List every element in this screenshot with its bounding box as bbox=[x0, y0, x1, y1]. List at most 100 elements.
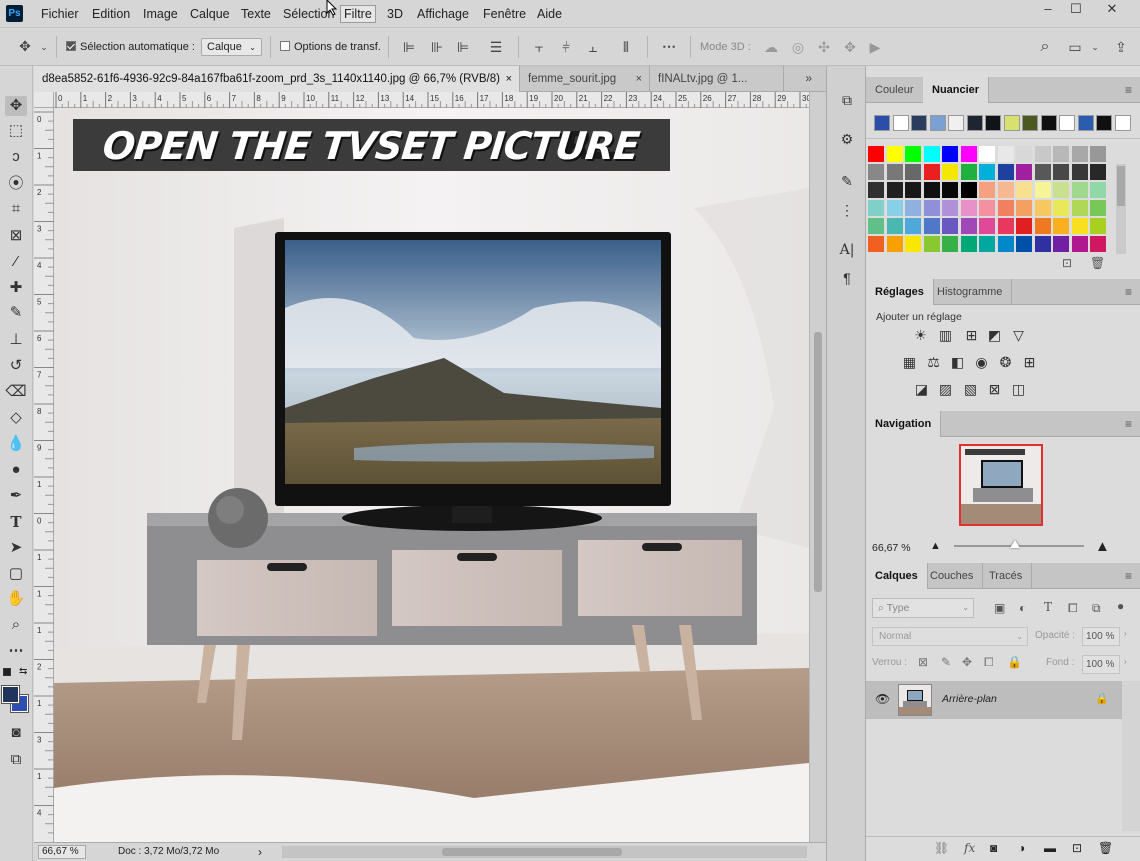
vertical-scrollbar[interactable] bbox=[809, 92, 826, 842]
swatch[interactable] bbox=[886, 200, 903, 216]
swatch[interactable] bbox=[905, 236, 921, 252]
swatch[interactable] bbox=[1090, 182, 1106, 198]
dodge-tool-icon[interactable]: ● bbox=[5, 460, 27, 480]
photo-filter-icon[interactable]: ◉ bbox=[973, 354, 990, 371]
brush-tool-icon[interactable]: ✎ bbox=[5, 303, 27, 323]
color-lookup-icon[interactable]: ⊞ bbox=[1021, 354, 1038, 371]
menu-aide[interactable]: Aide bbox=[534, 6, 565, 22]
pen-tool-icon[interactable]: ✒ bbox=[5, 486, 27, 506]
swatch[interactable] bbox=[868, 236, 884, 252]
levels-icon[interactable]: ▥ bbox=[937, 327, 954, 344]
panel-menu-icon[interactable]: ≡ bbox=[1125, 417, 1132, 431]
eraser-tool-icon[interactable]: ⌫ bbox=[5, 382, 27, 402]
swatch[interactable] bbox=[997, 182, 1014, 198]
swatch[interactable] bbox=[886, 236, 903, 252]
3d-orbit-icon[interactable]: ☁ bbox=[762, 39, 780, 55]
delete-layer-icon[interactable]: 🗑 bbox=[1098, 841, 1113, 855]
chevron-right-icon[interactable]: › bbox=[1124, 629, 1127, 638]
minimize-icon[interactable]: – bbox=[1033, 0, 1063, 18]
workspace-icon[interactable]: ▭ bbox=[1066, 39, 1084, 55]
vertical-ruler[interactable]: 01234567891011121314 bbox=[34, 108, 54, 842]
swatch[interactable] bbox=[1059, 115, 1075, 131]
swatch[interactable] bbox=[1090, 236, 1106, 252]
layer-filter-dropdown[interactable]: ⌕ Type ⌄ bbox=[872, 598, 974, 618]
swatch[interactable] bbox=[868, 218, 884, 234]
paint-bucket-tool-icon[interactable]: ◇ bbox=[5, 408, 27, 428]
swatch[interactable] bbox=[997, 236, 1014, 252]
swatch[interactable] bbox=[868, 164, 884, 180]
filter-type-icon[interactable]: T bbox=[1044, 600, 1052, 614]
new-group-icon[interactable]: ▬ bbox=[1044, 841, 1056, 855]
align-bottom-icon[interactable]: ⫠ bbox=[584, 39, 602, 55]
tab-reglages[interactable]: Réglages bbox=[866, 279, 934, 305]
swatch[interactable] bbox=[1034, 236, 1051, 252]
document-canvas[interactable]: R... OPEN THE TVSET PICTURE bbox=[54, 108, 809, 842]
close-icon[interactable]: ✕ bbox=[1097, 0, 1127, 18]
swatch[interactable] bbox=[1053, 218, 1069, 234]
swatch[interactable] bbox=[874, 115, 890, 131]
swatch[interactable] bbox=[942, 182, 958, 198]
swatch[interactable] bbox=[905, 146, 921, 162]
new-adjustment-layer-icon[interactable]: ◑ bbox=[1018, 841, 1025, 855]
scrollbar-thumb[interactable] bbox=[814, 332, 822, 592]
swatch[interactable] bbox=[1034, 218, 1051, 234]
distribute-horizontal-icon[interactable]: ⦀ bbox=[617, 39, 635, 55]
tab-document-active[interactable]: d8ea5852-61f6-4936-92c9-84a167fba61f-zoo… bbox=[34, 66, 520, 92]
auto-select-dropdown[interactable]: Calque ⌄ bbox=[201, 38, 262, 56]
foreground-color-swatch[interactable] bbox=[1, 685, 20, 704]
layer-row-background[interactable]: 👁 Arrière-plan 🔒 bbox=[866, 681, 1122, 719]
history-panel-icon[interactable]: ⧉ bbox=[838, 91, 856, 109]
blur-tool-icon[interactable]: 💧 bbox=[5, 434, 27, 454]
hue-saturation-icon[interactable]: ▦ bbox=[901, 354, 918, 371]
swatch[interactable] bbox=[886, 164, 903, 180]
tab-calques[interactable]: Calques bbox=[866, 563, 928, 589]
more-options-icon[interactable]: ⋯ bbox=[660, 38, 678, 54]
threshold-icon[interactable]: ▧ bbox=[962, 381, 979, 398]
swatch[interactable] bbox=[979, 146, 995, 162]
swatch[interactable] bbox=[886, 182, 903, 198]
3d-roll-icon[interactable]: ◎ bbox=[789, 39, 807, 55]
clone-stamp-tool-icon[interactable]: ⊥ bbox=[5, 330, 27, 350]
zoom-out-icon[interactable]: ▲ bbox=[930, 540, 941, 552]
align-middle-icon[interactable]: ⫩ bbox=[557, 39, 575, 55]
swatch[interactable] bbox=[942, 236, 958, 252]
swatch[interactable] bbox=[942, 164, 958, 180]
swatch[interactable] bbox=[1034, 164, 1051, 180]
ruler-origin[interactable] bbox=[34, 92, 54, 108]
3d-slide-icon[interactable]: ✥ bbox=[841, 39, 859, 55]
scrollbar-thumb[interactable] bbox=[442, 848, 622, 856]
swatch[interactable] bbox=[1003, 115, 1020, 131]
hand-tool-icon[interactable]: ✋ bbox=[5, 589, 27, 609]
marquee-tool-icon[interactable]: ⬚ bbox=[5, 121, 27, 141]
swatch[interactable] bbox=[1071, 182, 1088, 198]
swatch[interactable] bbox=[997, 200, 1014, 216]
tab-femme-sourit[interactable]: femme_sourit.jpg × bbox=[520, 66, 650, 92]
zoom-slider-handle[interactable] bbox=[1010, 540, 1020, 548]
add-mask-icon[interactable]: ◙ bbox=[990, 841, 997, 855]
swatch[interactable] bbox=[923, 200, 940, 216]
tab-navigation[interactable]: Navigation bbox=[866, 411, 942, 437]
horizontal-ruler[interactable]: 0 1 2 3 4 5 6 7 8 9 10 11 12 13 14 15 16 17 18 19 20 21 22 23 24… bbox=[54, 92, 809, 108]
swatch[interactable] bbox=[886, 218, 903, 234]
filter-shape-icon[interactable]: ⧠ bbox=[1068, 601, 1078, 616]
zoom-tool-icon[interactable]: ⌕ bbox=[5, 615, 27, 635]
vibrance-icon[interactable]: ▽ bbox=[1010, 327, 1027, 344]
swatch[interactable] bbox=[997, 164, 1014, 180]
distribute-vertical-icon[interactable]: ☰ bbox=[487, 39, 505, 55]
new-layer-icon[interactable]: ⊡ bbox=[1072, 841, 1082, 855]
swatch[interactable] bbox=[979, 218, 995, 234]
close-tab-icon[interactable]: × bbox=[636, 66, 642, 92]
menu-3d[interactable]: 3D bbox=[384, 6, 406, 22]
align-top-icon[interactable]: ⫟ bbox=[530, 39, 548, 55]
swatch[interactable] bbox=[1090, 218, 1106, 234]
swatch[interactable] bbox=[868, 146, 884, 162]
3d-pan-icon[interactable]: ✣ bbox=[815, 39, 833, 55]
panel-menu-icon[interactable]: ≡ bbox=[1125, 569, 1132, 583]
chevron-right-icon[interactable]: › bbox=[1124, 657, 1127, 666]
character-panel-icon[interactable]: A| bbox=[838, 241, 856, 259]
swatch[interactable] bbox=[1071, 164, 1088, 180]
brightness-contrast-icon[interactable]: ☀ bbox=[912, 327, 929, 344]
layer-style-icon[interactable]: fx bbox=[964, 841, 975, 855]
swatch[interactable] bbox=[1016, 218, 1032, 234]
chevron-down-icon[interactable]: ⌄ bbox=[38, 39, 50, 55]
